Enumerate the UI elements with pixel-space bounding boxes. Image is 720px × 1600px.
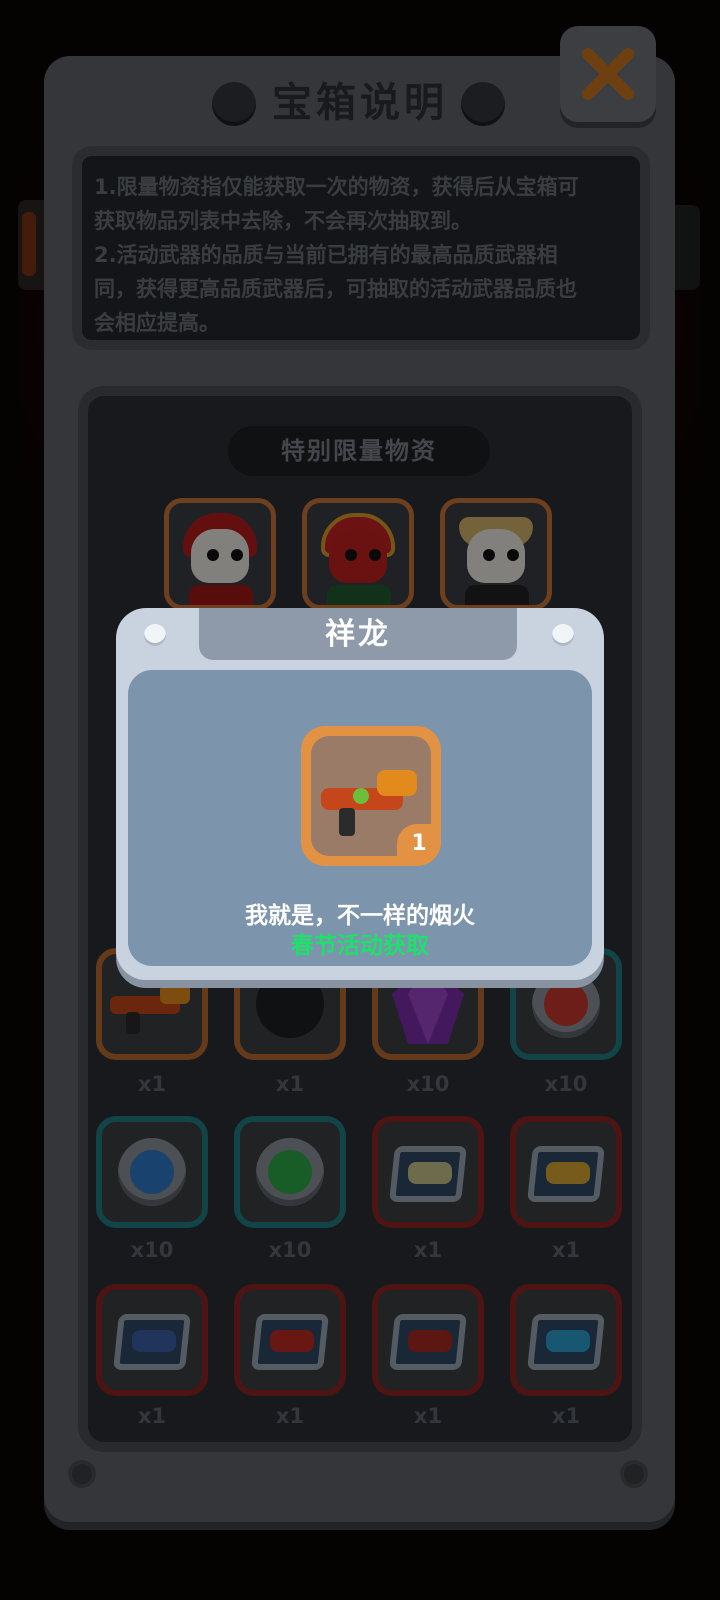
popup-body: 1 我就是，不一样的烟火 春节活动获取 — [128, 670, 592, 966]
item-description: 我就是，不一样的烟火 — [245, 903, 475, 929]
item-count-badge: 1 — [397, 824, 441, 864]
popup-bolt-icon — [144, 624, 166, 646]
item-detail-popup[interactable]: 祥龙 1 我就是，不一样的烟火 春节活动获取 — [116, 608, 604, 980]
popup-bolt-icon — [552, 624, 574, 646]
popup-title: 祥龙 — [199, 608, 517, 660]
item-tile: 1 — [301, 726, 441, 866]
item-source: 春节活动获取 — [291, 933, 429, 959]
